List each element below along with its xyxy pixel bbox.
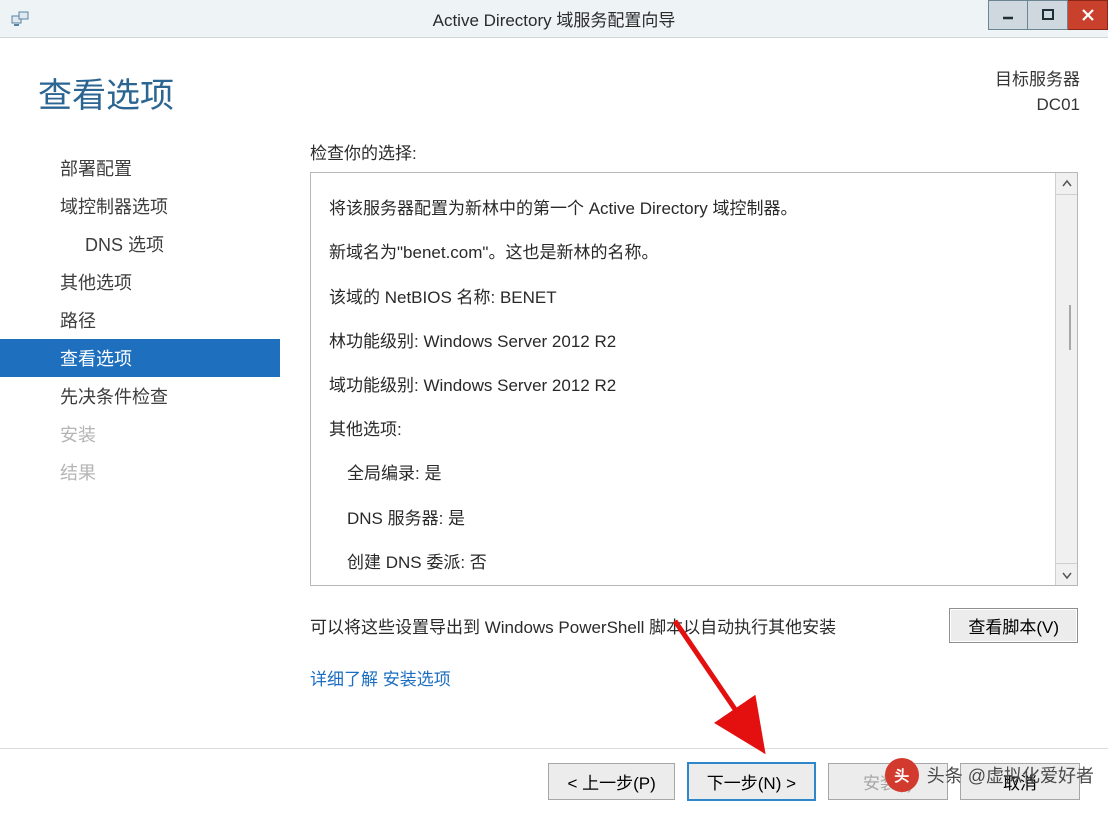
sidebar-item-prereq-check[interactable]: 先决条件检查	[0, 377, 280, 415]
page-header: 查看选项 目标服务器 DC01	[0, 38, 1108, 127]
previous-button[interactable]: < 上一步(P)	[548, 763, 674, 800]
learn-more-prefix[interactable]: 详细了解	[310, 670, 378, 689]
learn-more: 详细了解 安装选项	[310, 665, 1078, 690]
learn-more-link[interactable]: 安装选项	[383, 670, 451, 689]
scroll-thumb[interactable]	[1069, 305, 1071, 350]
review-text: 将该服务器配置为新林中的第一个 Active Directory 域控制器。新域…	[311, 173, 1055, 585]
main-region: 部署配置 域控制器选项 DNS 选项 其他选项 路径 查看选项 先决条件检查 安…	[0, 127, 1108, 690]
cancel-button[interactable]: 取消	[960, 763, 1080, 800]
install-button: 安装(I)	[828, 763, 948, 800]
sidebar-item-deploy-config[interactable]: 部署配置	[0, 149, 280, 187]
view-script-button[interactable]: 查看脚本(V)	[949, 608, 1078, 643]
target-server-label: 目标服务器	[995, 68, 1080, 93]
sidebar-item-dns-options[interactable]: DNS 选项	[0, 225, 280, 263]
scroll-up-arrow[interactable]	[1056, 173, 1077, 195]
sidebar-item-results: 结果	[0, 453, 280, 491]
app-icon	[10, 8, 32, 30]
minimize-button[interactable]	[988, 0, 1028, 30]
target-server-block: 目标服务器 DC01	[995, 68, 1080, 117]
close-button[interactable]	[1068, 0, 1108, 30]
scroll-down-arrow[interactable]	[1056, 563, 1077, 585]
sidebar-item-additional-options[interactable]: 其他选项	[0, 263, 280, 301]
instruction-label: 检查你的选择:	[310, 139, 1078, 164]
content-region: 检查你的选择: 将该服务器配置为新林中的第一个 Active Directory…	[280, 139, 1108, 690]
maximize-button[interactable]	[1028, 0, 1068, 30]
window-title: Active Directory 域服务配置向导	[0, 6, 1108, 31]
titlebar: Active Directory 域服务配置向导	[0, 0, 1108, 38]
window-controls	[988, 0, 1108, 30]
page-title: 查看选项	[38, 68, 174, 117]
vertical-scrollbar[interactable]	[1055, 173, 1077, 585]
export-row: 可以将这些设置导出到 Windows PowerShell 脚本以自动执行其他安…	[310, 608, 1078, 643]
target-server-value: DC01	[995, 93, 1080, 118]
sidebar-item-dc-options[interactable]: 域控制器选项	[0, 187, 280, 225]
step-sidebar: 部署配置 域控制器选项 DNS 选项 其他选项 路径 查看选项 先决条件检查 安…	[0, 139, 280, 690]
sidebar-item-paths[interactable]: 路径	[0, 301, 280, 339]
export-description: 可以将这些设置导出到 Windows PowerShell 脚本以自动执行其他安…	[310, 613, 836, 638]
next-button[interactable]: 下一步(N) >	[687, 762, 816, 801]
sidebar-item-review-options[interactable]: 查看选项	[0, 339, 280, 377]
review-pane: 将该服务器配置为新林中的第一个 Active Directory 域控制器。新域…	[310, 172, 1078, 586]
wizard-footer: < 上一步(P) 下一步(N) > 安装(I) 取消	[0, 748, 1108, 814]
sidebar-item-install: 安装	[0, 415, 280, 453]
